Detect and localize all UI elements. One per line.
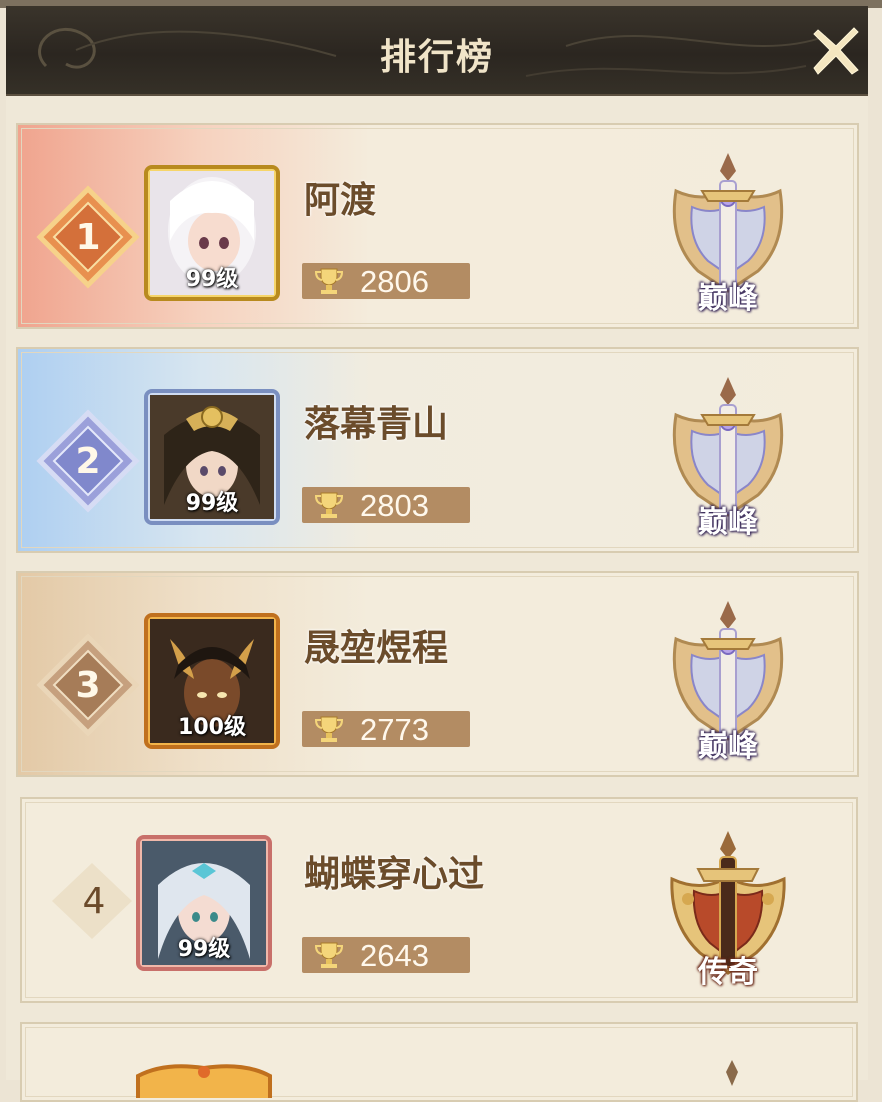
player-level: 99级 — [185, 491, 239, 516]
tier-label: 巅峰 — [698, 729, 758, 764]
score-bar: 2803 — [302, 487, 470, 523]
ranking-row-4[interactable]: 4 99级 蝴蝶穿心过 2643 传奇 — [20, 797, 858, 1003]
ranking-row-5-partial[interactable] — [20, 1022, 858, 1102]
player-name: 蝴蝶穿心过 — [304, 854, 485, 895]
close-icon[interactable] — [806, 20, 866, 80]
gold-frame-top-icon — [136, 1064, 272, 1098]
ranking-row-2[interactable]: 2 99级 落幕青山 2803 巅峰 — [16, 347, 859, 553]
score-value: 2773 — [360, 712, 429, 747]
rank-number: 2 — [75, 440, 101, 482]
avatar[interactable]: 100级 — [142, 611, 282, 751]
avatar[interactable]: 99级 — [142, 387, 282, 527]
avatar[interactable]: 99级 — [142, 163, 282, 303]
page-title: 排行榜 — [379, 37, 494, 78]
player-level: 99级 — [185, 267, 239, 292]
trophy-icon — [314, 492, 344, 518]
player-level: 99级 — [177, 937, 231, 962]
score-value: 2643 — [360, 938, 429, 973]
avatar[interactable]: 99级 — [134, 833, 274, 973]
trophy-icon — [314, 716, 344, 742]
score-bar: 2806 — [302, 263, 470, 299]
ranking-row-1[interactable]: 1 99级 阿渡 2806 巅峰 — [16, 123, 859, 329]
tier-label: 传奇 — [698, 955, 758, 990]
header-bar: 排行榜 — [6, 6, 868, 96]
score-bar: 2773 — [302, 711, 470, 747]
player-name: 阿渡 — [304, 180, 377, 221]
trophy-icon — [314, 942, 344, 968]
emblem-tip-icon — [726, 1060, 738, 1086]
rank-number: 1 — [75, 216, 101, 258]
rank-number: 3 — [75, 664, 101, 706]
player-name: 晟堃煜程 — [304, 628, 449, 669]
player-name: 落幕青山 — [304, 404, 449, 445]
score-value: 2806 — [360, 264, 429, 299]
tier-label: 巅峰 — [698, 505, 758, 540]
player-level: 100级 — [178, 715, 246, 740]
rank-number: 4 — [82, 880, 106, 922]
score-bar: 2643 — [302, 937, 470, 973]
ranking-row-3[interactable]: 3 100级 晟堃煜程 2773 巅峰 — [16, 571, 859, 777]
tier-label: 巅峰 — [698, 281, 758, 316]
score-value: 2803 — [360, 488, 429, 523]
trophy-icon — [314, 268, 344, 294]
